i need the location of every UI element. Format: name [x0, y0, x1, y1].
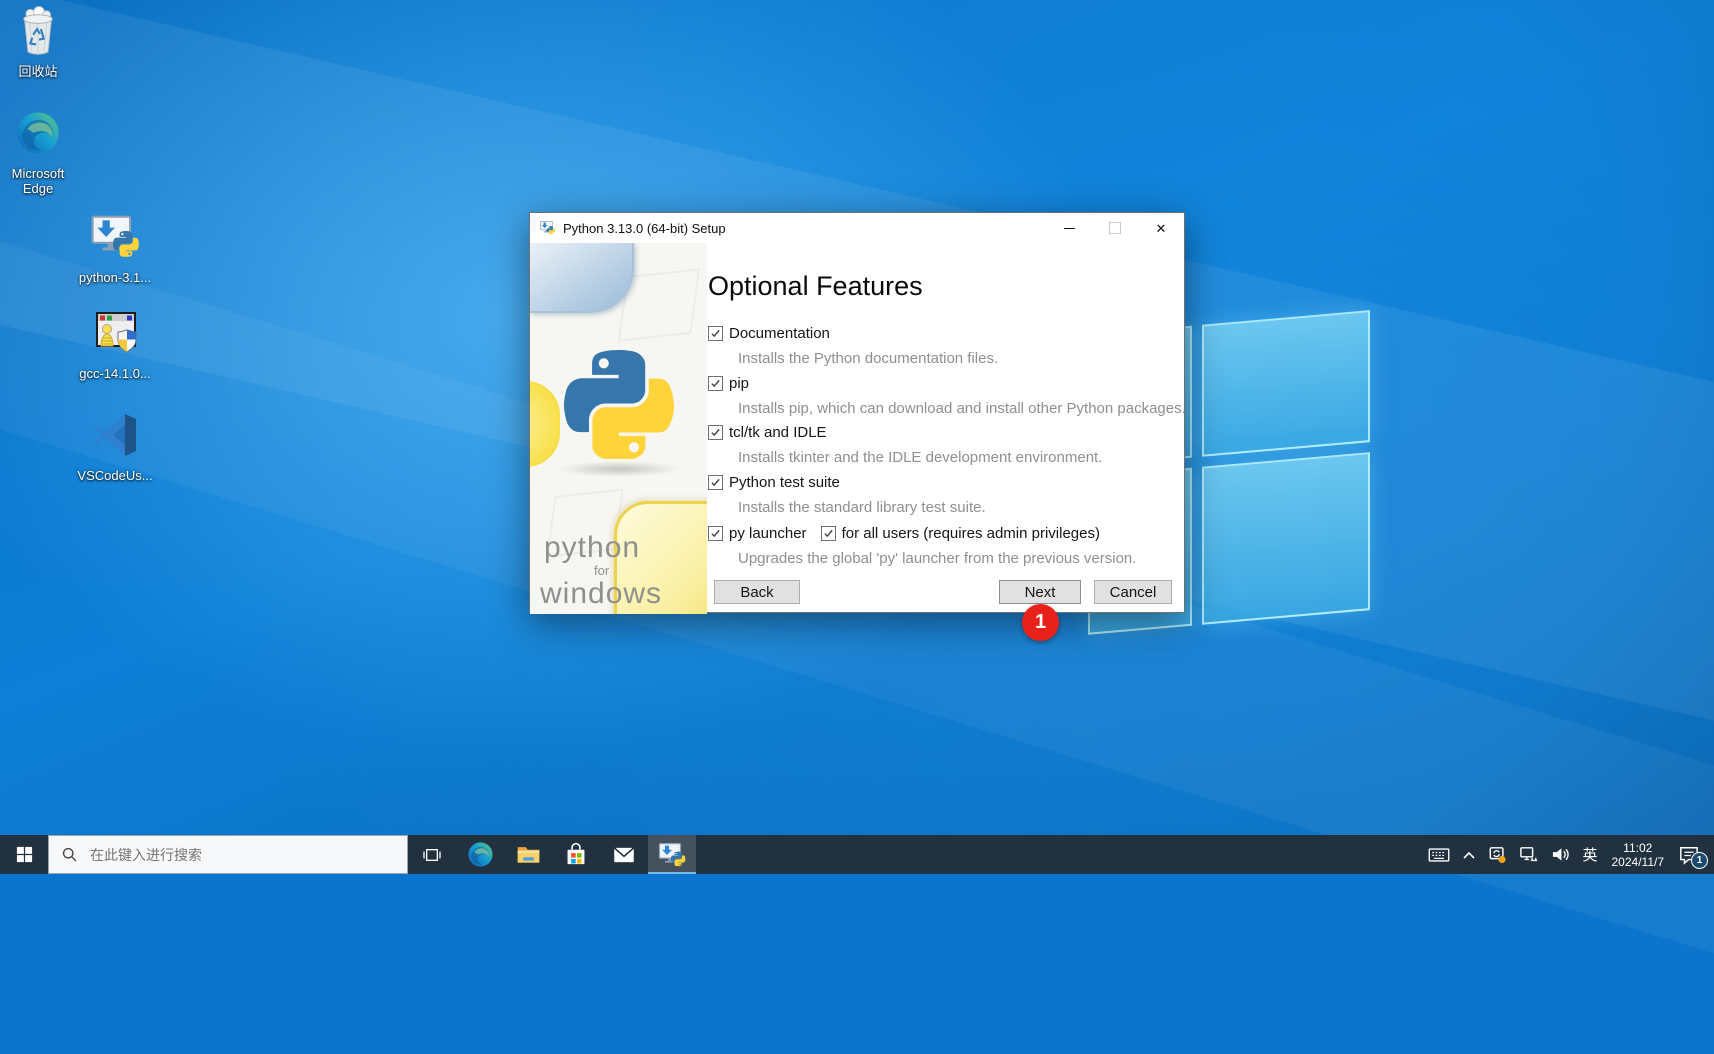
task-view-icon — [423, 848, 441, 861]
chevron-up-icon — [1463, 851, 1476, 859]
minimize-button[interactable] — [1046, 213, 1092, 243]
taskbar-app-mail[interactable] — [600, 835, 648, 874]
desktop-icon-label: 回收站 — [18, 64, 58, 79]
clock-date: 2024/11/7 — [1611, 854, 1665, 869]
feature-label: py launcher — [729, 525, 807, 542]
volume-button[interactable] — [1545, 835, 1576, 874]
edge-icon — [0, 108, 76, 158]
desktop-icon-vscode-installer[interactable]: VSCodeUs... — [77, 410, 153, 483]
windows-logo-icon — [16, 846, 32, 863]
sidebar-yellow-shape — [530, 381, 560, 467]
maximize-button — [1092, 213, 1138, 243]
feature-label: for all users (requires admin privileges… — [841, 525, 1100, 542]
checkbox-for-all-users[interactable] — [820, 526, 836, 541]
brand-for: for — [594, 563, 610, 578]
taskbar-empty-area — [696, 835, 1422, 874]
python-logo-shadow — [558, 461, 680, 477]
taskbar-app-python-setup[interactable] — [648, 835, 696, 874]
desktop-icon-label: Microsoft Edge — [11, 166, 65, 196]
gcc-installer-icon — [77, 308, 153, 358]
next-button[interactable]: Next — [999, 580, 1081, 604]
speaker-icon — [1553, 848, 1570, 861]
window-title-icon — [539, 220, 556, 236]
desktop-icon-label: gcc-14.1.0... — [79, 366, 151, 381]
checkbox-tcltk-idle[interactable] — [708, 425, 723, 440]
system-tray: 英 11:02 2024/11/7 1 — [1422, 835, 1714, 874]
python-installer-icon — [658, 841, 686, 869]
cancel-button[interactable]: Cancel — [1094, 580, 1172, 604]
checkbox-pip[interactable] — [708, 376, 723, 391]
touch-keyboard-button[interactable] — [1422, 835, 1456, 874]
touch-keyboard-icon — [1429, 847, 1450, 862]
taskbar-search[interactable] — [48, 835, 408, 874]
feature-description: Installs tkinter and the IDLE developmen… — [738, 449, 1103, 466]
taskbar-app-edge[interactable] — [456, 835, 504, 874]
taskbar-app-store[interactable] — [552, 835, 600, 874]
clock-time: 11:02 — [1623, 840, 1653, 855]
feature-label: Python test suite — [729, 474, 840, 491]
window-title: Python 3.13.0 (64-bit) Setup — [563, 220, 726, 236]
window-titlebar[interactable]: Python 3.13.0 (64-bit) Setup ✕ — [530, 213, 1184, 243]
installer-sidebar-art: python for windows — [530, 243, 707, 614]
network-button[interactable] — [1513, 835, 1545, 874]
network-ethernet-icon — [1520, 846, 1538, 861]
close-button[interactable]: ✕ — [1138, 213, 1184, 243]
update-status-button[interactable] — [1482, 835, 1513, 874]
start-button[interactable] — [0, 835, 48, 874]
search-input[interactable] — [88, 845, 382, 864]
notification-count-badge: 1 — [1691, 852, 1708, 869]
python-for-windows-brand: python for windows — [530, 531, 707, 611]
desktop-icon-label: python-3.1... — [78, 270, 152, 285]
feature-label: tcl/tk and IDLE — [729, 424, 827, 441]
windows-logo-pane — [1202, 452, 1370, 625]
checkbox-py-launcher[interactable] — [708, 526, 723, 541]
recycle-bin-icon — [0, 6, 76, 56]
back-button[interactable]: Back — [714, 580, 800, 604]
ime-language-indicator[interactable]: 英 — [1576, 835, 1603, 874]
sidebar-blue-shape — [530, 243, 634, 313]
brand-windows: windows — [540, 577, 663, 610]
task-view-button[interactable] — [408, 835, 456, 874]
feature-tcltk-idle: tcl/tk and IDLE Installs tkinter and the… — [708, 424, 1102, 466]
file-explorer-icon — [517, 847, 539, 863]
python-logo — [564, 349, 674, 459]
python-installer-icon — [77, 212, 153, 262]
desktop-icon-python-installer[interactable]: python-3.1... — [77, 212, 153, 285]
feature-pip: pip Installs pip, which can download and… — [708, 375, 1186, 417]
feature-description: Installs pip, which can download and ins… — [738, 400, 1186, 417]
windows-logo-pane — [1202, 310, 1370, 457]
feature-documentation: Documentation Installs the Python docume… — [708, 325, 998, 367]
feature-description: Installs the Python documentation files. — [738, 350, 999, 367]
microsoft-store-icon — [567, 842, 585, 864]
feature-description: Installs the standard library test suite… — [738, 499, 986, 516]
show-hidden-icons-button[interactable] — [1456, 835, 1482, 874]
desktop-icon-recycle-bin[interactable]: 回收站 — [0, 6, 76, 79]
feature-description: Upgrades the global 'py' launcher from t… — [738, 550, 1137, 567]
vscode-icon — [77, 410, 153, 460]
action-center-button[interactable]: 1 — [1672, 835, 1710, 874]
feature-py-launcher: py launcher for all users (requires admi… — [708, 525, 1136, 567]
desktop-icon-label: VSCodeUs... — [77, 468, 153, 483]
taskbar-app-file-explorer[interactable] — [504, 835, 552, 874]
checkbox-documentation[interactable] — [708, 326, 723, 341]
dialog-body: python for windows Optional Features Doc… — [530, 243, 1186, 614]
search-icon — [62, 847, 77, 862]
checkbox-test-suite[interactable] — [708, 475, 723, 490]
brand-python: python — [544, 531, 641, 564]
python-setup-window: Python 3.13.0 (64-bit) Setup ✕ python fo… — [529, 212, 1186, 614]
mail-icon — [613, 846, 635, 862]
edge-icon — [467, 841, 494, 868]
feature-test-suite: Python test suite Installs the standard … — [708, 474, 986, 516]
taskbar: 英 11:02 2024/11/7 1 — [0, 835, 1714, 874]
clock[interactable]: 11:02 2024/11/7 — [1604, 835, 1673, 874]
page-title: Optional Features — [708, 271, 923, 301]
feature-label: Documentation — [729, 325, 830, 342]
desktop-icon-gcc-installer[interactable]: gcc-14.1.0... — [77, 308, 153, 381]
desktop-icon-microsoft-edge[interactable]: Microsoft Edge — [0, 108, 76, 196]
annotation-step-1-badge: 1 — [1022, 604, 1059, 641]
update-status-icon — [1490, 846, 1507, 863]
feature-label: pip — [729, 375, 750, 392]
